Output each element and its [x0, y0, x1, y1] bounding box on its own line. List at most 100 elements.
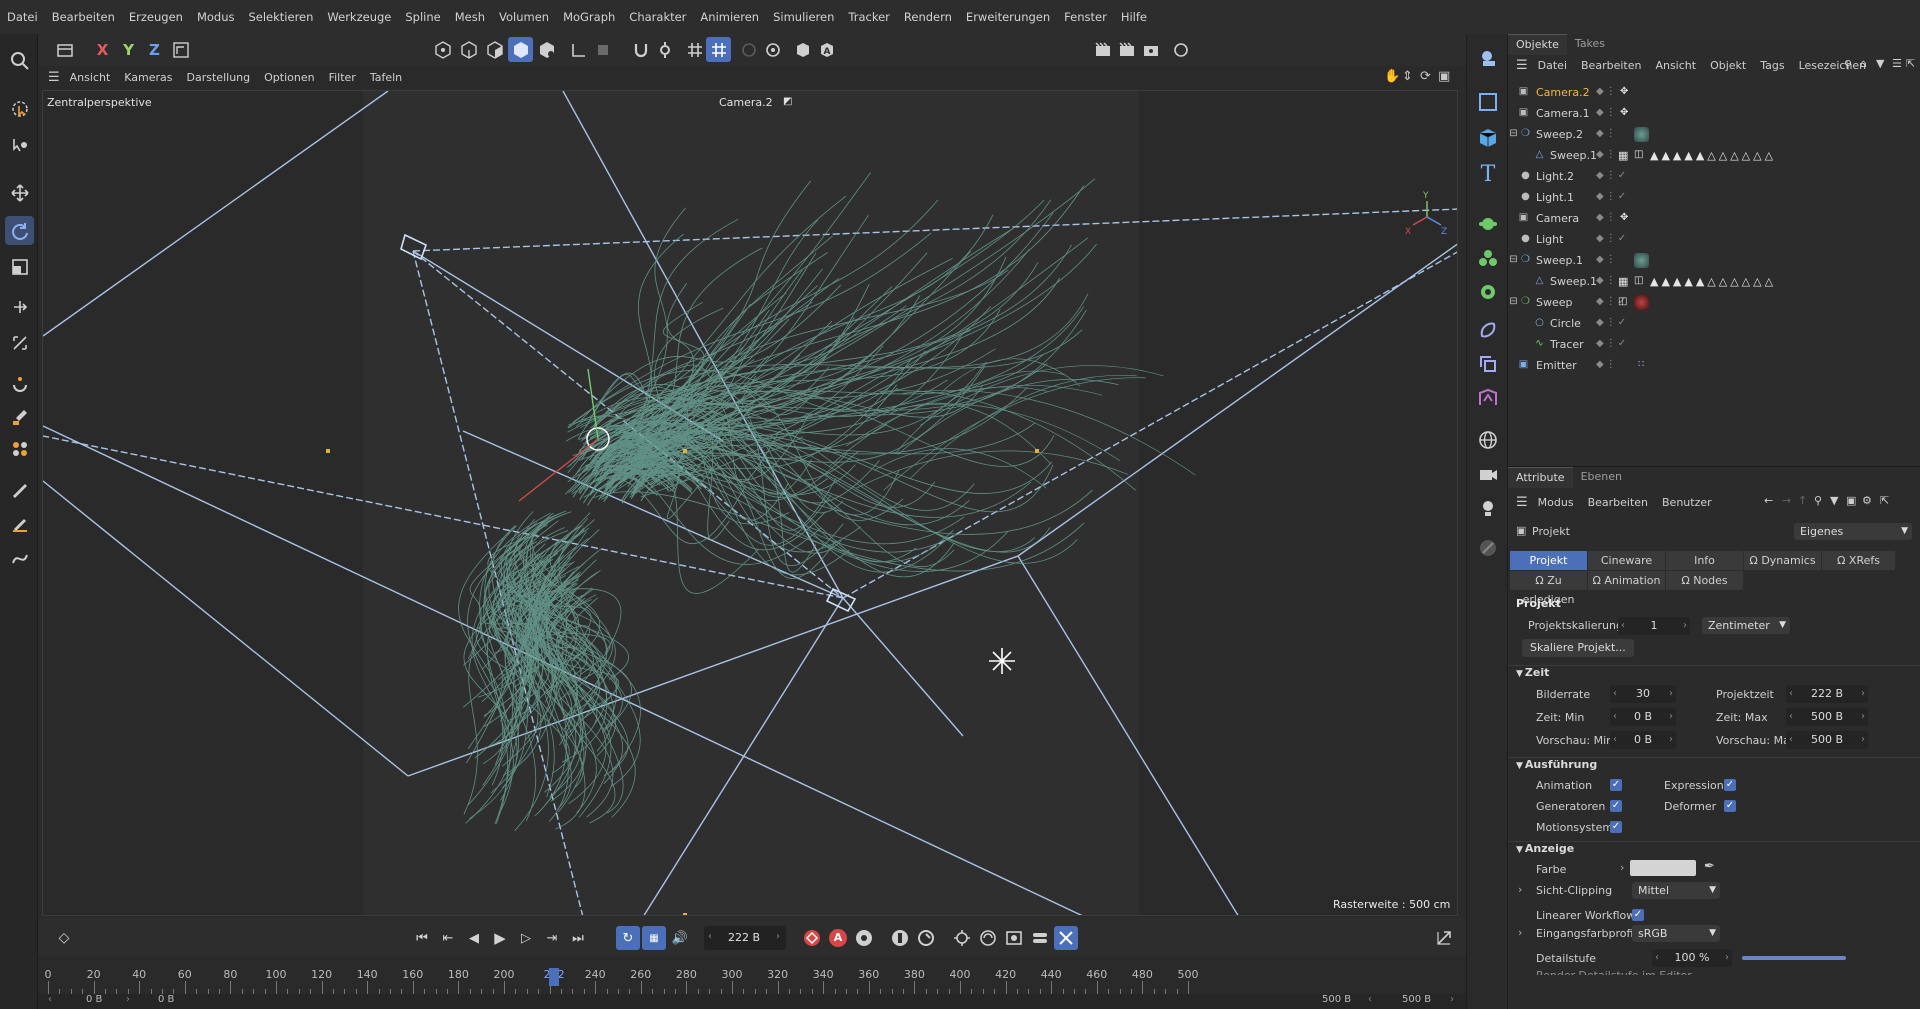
detailstufe-field[interactable]: ‹ 100 % › [1652, 949, 1732, 967]
attribute-hamburger-icon[interactable]: ☰ [1516, 495, 1528, 510]
material-tag-icon[interactable] [1634, 295, 1649, 310]
menu-erweiterungen[interactable]: Erweiterungen [966, 10, 1050, 24]
menu-modus[interactable]: Modus [197, 10, 235, 24]
model-mode-icon[interactable] [508, 37, 533, 62]
menu-selektieren[interactable]: Selektieren [248, 10, 313, 24]
menu-spline[interactable]: Spline [405, 10, 440, 24]
inc-arrow[interactable]: › [1669, 731, 1673, 749]
mograph-cloner-icon[interactable] [1474, 210, 1502, 238]
undo-icon[interactable] [52, 37, 77, 62]
render-to-picture-viewer-icon[interactable] [1114, 37, 1139, 62]
viewmenu-optionen[interactable]: Optionen [264, 71, 314, 84]
deformer-checkbox[interactable]: ✓ [1724, 800, 1736, 812]
range-end-field[interactable]: 500 B [1402, 994, 1431, 1005]
anzeige-section[interactable]: ▼ Anzeige [1508, 841, 1920, 861]
timeline-ruler[interactable]: 0204060801001201401601802002222402602803… [38, 956, 1470, 996]
light-icon[interactable] [1474, 494, 1502, 522]
record-param-icon[interactable] [976, 926, 1000, 950]
render-view-icon[interactable] [1090, 37, 1115, 62]
objmenu-objekt[interactable]: Objekt [1710, 59, 1746, 72]
detailstufe-slider[interactable] [1742, 956, 1846, 960]
object-row[interactable]: ∿ Tracer ◆⋮✓ [1508, 334, 1920, 355]
frame-inc-arrow[interactable]: › [776, 931, 780, 942]
linearer-workflow-checkbox[interactable]: ✓ [1632, 909, 1644, 921]
menu-animieren[interactable]: Animieren [700, 10, 759, 24]
volume-icon[interactable] [1474, 384, 1502, 412]
visibility-dots[interactable]: ◆⋮ [1596, 212, 1618, 223]
menu-mograph[interactable]: MoGraph [563, 10, 615, 24]
mograph-effector-icon[interactable] [1474, 244, 1502, 272]
gear-icon[interactable] [1474, 278, 1502, 306]
inc-arrow[interactable]: › [1861, 685, 1865, 703]
lock-icon[interactable]: ▣ [1846, 494, 1856, 507]
dec-arrow[interactable]: ‹ [1789, 708, 1793, 726]
object-row[interactable]: ● Light.1 ◆⋮✓ [1508, 187, 1920, 208]
record-scale-icon[interactable] [950, 926, 974, 950]
expand-icon[interactable]: › [1518, 883, 1522, 896]
keyframe-tool-icon[interactable] [1054, 926, 1078, 950]
phong-tag-icon[interactable]: ◫ [1618, 296, 1627, 307]
visibility-dots[interactable]: ◆⋮ [1596, 275, 1618, 286]
axis-y-toggle[interactable]: Y [116, 37, 141, 62]
range-start-field[interactable]: 0 B [86, 994, 102, 1005]
search-icon[interactable] [5, 46, 34, 75]
eingangsfarbprofil-dropdown[interactable]: sRGB ▼ [1632, 925, 1720, 942]
menu-rendern[interactable]: Rendern [904, 10, 952, 24]
axis-mode-icon[interactable] [566, 37, 591, 62]
vorschau-max-field[interactable]: ‹ 500 B › [1786, 731, 1868, 749]
tab-projekt[interactable]: Projekt [1510, 551, 1588, 570]
objmenu-ansicht[interactable]: Ansicht [1655, 59, 1696, 72]
coordinate-system-icon[interactable] [168, 37, 193, 62]
magnet-icon[interactable] [5, 370, 34, 399]
tab-takes[interactable]: Takes [1567, 34, 1613, 54]
viewmenu-darstellung[interactable]: Darstellung [187, 71, 251, 84]
visibility-dots[interactable]: ◆⋮ [1596, 107, 1618, 118]
tab-attribute[interactable]: Attribute [1508, 466, 1573, 488]
object-hamburger-icon[interactable]: ☰ [1516, 58, 1528, 73]
phong-tag-icon[interactable]: ◫ [1634, 149, 1643, 160]
menu-simulieren[interactable]: Simulieren [773, 10, 834, 24]
layout-icon[interactable] [1168, 37, 1193, 62]
range-start-dec[interactable]: ‹ [48, 994, 52, 1005]
attr-search-icon[interactable]: ⚲ [1814, 494, 1822, 507]
inc-arrow[interactable]: › [1669, 708, 1673, 726]
visibility-dots[interactable]: ◆⋮ [1596, 128, 1618, 139]
vorschau-min-field[interactable]: ‹ 0 B › [1610, 731, 1676, 749]
collapse-icon[interactable]: ⊟ [1508, 254, 1519, 265]
playhead[interactable] [549, 968, 560, 986]
farbe-expand-icon[interactable]: › [1620, 861, 1624, 874]
range-end-inc[interactable]: › [1450, 994, 1454, 1005]
dec-arrow[interactable]: ‹ [1789, 685, 1793, 703]
bilderrate-field[interactable]: ‹ 30 › [1610, 685, 1676, 703]
scale-points-icon[interactable] [5, 328, 34, 357]
preview-end-field[interactable]: 500 B [1322, 994, 1351, 1005]
points-mode-icon[interactable] [430, 37, 455, 62]
tab-animation[interactable]: Ω Animation [1588, 571, 1666, 590]
menu-volumen[interactable]: Volumen [499, 10, 549, 24]
axis-x-toggle[interactable]: X [90, 37, 115, 62]
camera-tag-icon[interactable]: ✥ [1620, 212, 1628, 223]
checker-tag-icon[interactable]: ▦ [1618, 275, 1628, 288]
object-row[interactable]: ○ Circle ◆⋮✓ [1508, 313, 1920, 334]
attrmenu-modus[interactable]: Modus [1538, 496, 1574, 509]
modeling-settings-icon[interactable] [760, 37, 785, 62]
visibility-dots[interactable]: ◆⋮✓ [1596, 170, 1628, 181]
next-frame-icon[interactable]: ▷ [514, 926, 538, 950]
object-row[interactable]: ⊟ ❍ Sweep ◆⋮✓ ◫ [1508, 292, 1920, 313]
inc-arrow[interactable]: › [1861, 708, 1865, 726]
preview-start-field[interactable]: 0 B [158, 994, 174, 1005]
menu-fenster[interactable]: Fenster [1064, 10, 1107, 24]
visibility-dots[interactable]: ◆⋮✓ [1596, 233, 1628, 244]
orbit-icon[interactable]: ⟳ [1420, 69, 1431, 84]
tab-cineware[interactable]: Cineware [1588, 551, 1666, 570]
visibility-dots[interactable]: ◆⋮ [1596, 149, 1618, 160]
keyframe-diamond-icon[interactable]: ◇ [52, 926, 76, 950]
go-to-end-icon[interactable]: ⏭ [566, 926, 590, 950]
render-settings-icon[interactable] [1138, 37, 1163, 62]
inc-arrow[interactable]: › [1669, 685, 1673, 703]
render-region-icon[interactable] [790, 37, 815, 62]
material-icon[interactable] [1474, 534, 1502, 562]
object-home-icon[interactable]: ⌂ [1860, 57, 1867, 70]
sicht-clipping-dropdown[interactable]: Mittel ▼ [1632, 882, 1720, 899]
object-row[interactable]: ⊟ ❍ Sweep.1 ◆⋮ [1508, 250, 1920, 271]
